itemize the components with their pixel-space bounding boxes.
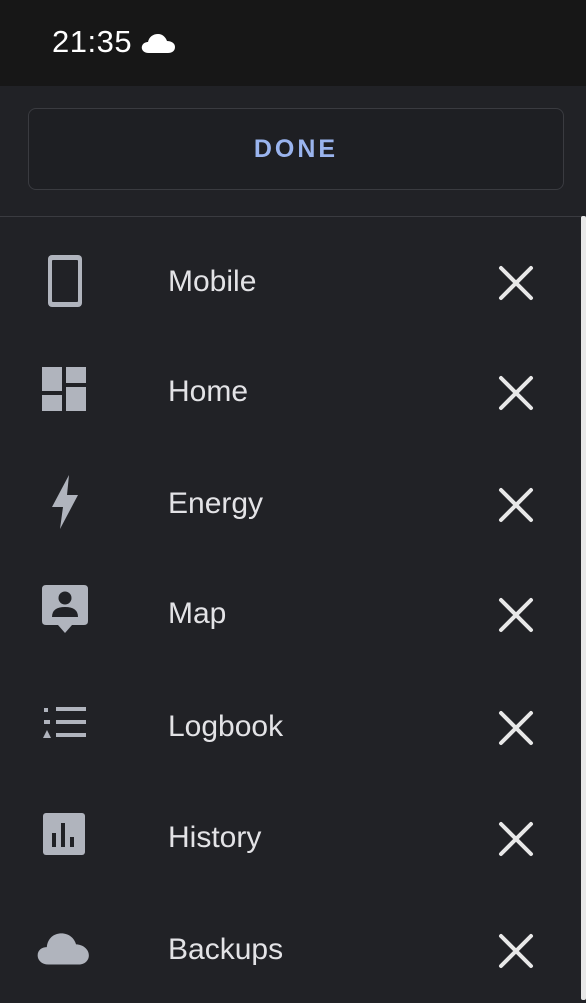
- list-item-backups[interactable]: Backups: [0, 893, 580, 1003]
- list-item-label: Home: [168, 375, 249, 408]
- list-icon: [43, 707, 86, 738]
- status-bar: 21:35: [0, 0, 586, 86]
- list-item-energy[interactable]: Energy: [0, 447, 580, 557]
- cloud-icon: [37, 933, 89, 965]
- close-icon[interactable]: [490, 479, 542, 531]
- close-icon[interactable]: [490, 367, 542, 419]
- dashboard-icon: [42, 367, 86, 411]
- list-item-label: Map: [168, 597, 227, 630]
- list-item-label: History: [168, 821, 262, 854]
- list-item-label: Mobile: [168, 265, 257, 298]
- done-button[interactable]: DONE: [28, 108, 564, 190]
- close-icon[interactable]: [490, 702, 542, 754]
- list-item-logbook[interactable]: Logbook: [0, 670, 580, 780]
- list-item-home[interactable]: Home: [0, 335, 580, 445]
- list-item-label: Logbook: [168, 710, 284, 743]
- header: DONE: [0, 86, 586, 217]
- map-account-icon: [42, 585, 88, 633]
- close-icon[interactable]: [490, 813, 542, 865]
- cloud-icon: [141, 34, 175, 53]
- list-item-map[interactable]: Map: [0, 557, 580, 667]
- close-icon[interactable]: [490, 589, 542, 641]
- lightning-bolt-icon: [52, 475, 78, 529]
- close-icon[interactable]: [490, 257, 542, 309]
- list-item-history[interactable]: History: [0, 781, 580, 891]
- mobile-phone-icon: [48, 255, 82, 307]
- close-icon[interactable]: [490, 925, 542, 977]
- status-time: 21:35: [52, 24, 133, 59]
- list-item-label: Energy: [168, 487, 264, 520]
- scrollbar[interactable]: [581, 216, 586, 1000]
- list-item-label: Backups: [168, 933, 284, 966]
- list-item-mobile[interactable]: Mobile: [0, 225, 580, 335]
- chart-box-icon: [43, 813, 85, 855]
